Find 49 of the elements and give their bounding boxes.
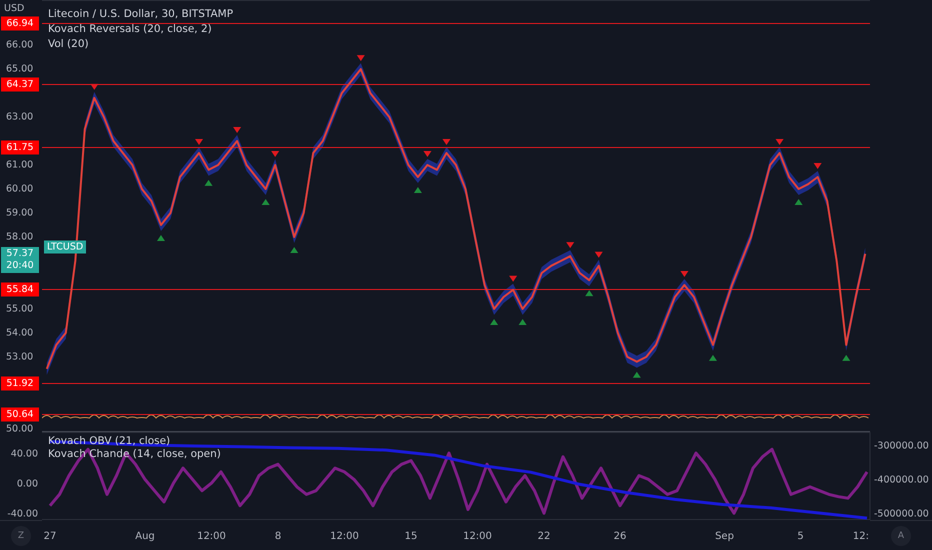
level-price-tag: 64.37 — [1, 78, 39, 92]
time-axis-label: 5 — [797, 531, 804, 542]
time-axis-label: 12:00 — [330, 531, 359, 542]
price-axis-label: 54.00 — [6, 327, 34, 338]
time-axis-label: 12:00 — [197, 531, 226, 542]
time-axis-label: 12: — [852, 531, 869, 542]
time-axis-label: 27 — [44, 531, 56, 542]
ref-line-label: 50.64 — [6, 409, 34, 420]
price-axis-label: 50.00 — [6, 423, 34, 432]
time-axis-label: Sep — [715, 531, 734, 542]
time-axis-label: 8 — [274, 531, 282, 542]
legend-text: Vol (20) — [48, 38, 90, 50]
scale-button[interactable]: Z — [11, 526, 31, 546]
price-axis-label: 59.00 — [6, 208, 34, 218]
ref-line-label: 64.37 — [6, 79, 34, 90]
time-axis-label: 22 — [538, 531, 550, 542]
level-price-tag: 66.94 — [1, 16, 39, 30]
price-axis-label: 55.00 — [6, 303, 34, 314]
level-price-tag: 61.75 — [1, 140, 39, 154]
time-axis-label: Aug — [135, 531, 155, 542]
ref-line-label: 66.94 — [6, 18, 34, 29]
ref-line-label: 61.75 — [6, 142, 34, 153]
price-axis-label: 53.00 — [6, 351, 34, 362]
level-price-tag: 50.64 — [1, 408, 39, 422]
price-axis-label: 58.00 — [6, 232, 34, 242]
price-axis-label: 60.00 — [6, 184, 34, 195]
price-axis-label: 61.00 — [6, 160, 34, 171]
ref-line-label: 55.84 — [6, 284, 34, 295]
oscillator-axis-label: 0.00 — [16, 478, 38, 490]
obv-axis-label: -500000.00 — [874, 508, 929, 520]
time-axis-label: 12:00 — [463, 531, 492, 542]
last-price-badge: 57.37 20:40 — [1, 246, 39, 273]
price-axis-label: 66.00 — [6, 40, 34, 51]
axis-unit: USD — [4, 3, 24, 14]
legend-text: Kovach Reversals (20, close, 2) — [48, 23, 213, 35]
price-axis-label: 65.00 — [6, 64, 34, 75]
legend-text: Litecoin / U.S. Dollar, 30, BITSTAMP — [48, 8, 234, 20]
oscillator-axis-label: -40.00 — [7, 508, 38, 520]
time-axis-label: 15 — [404, 531, 418, 542]
time-axis-label: 26 — [614, 531, 626, 542]
obv-axis-label: -400000.00 — [874, 474, 929, 486]
oscillator-axis-label: 40.00 — [10, 448, 38, 460]
ref-line-label: 51.92 — [6, 378, 34, 389]
level-price-tag: 51.92 — [1, 376, 39, 390]
symbol-tag: LTCUSD — [44, 240, 86, 254]
auto-scale-button[interactable]: A — [891, 526, 911, 546]
price-axis-label: 63.00 — [6, 112, 34, 123]
level-price-tag: 55.84 — [1, 282, 39, 296]
obv-axis-label: -300000.00 — [874, 440, 929, 452]
